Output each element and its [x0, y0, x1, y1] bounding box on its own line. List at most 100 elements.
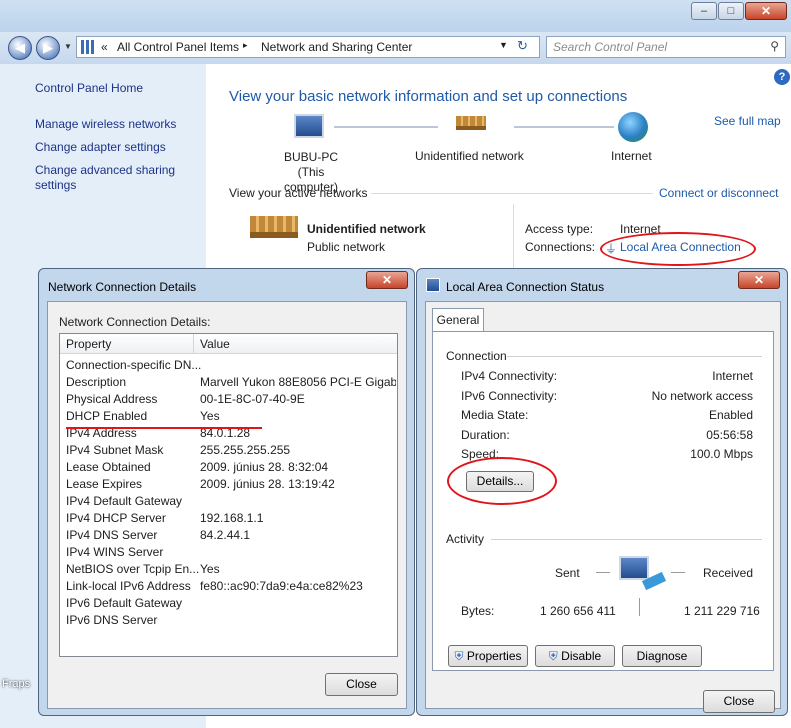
- table-row[interactable]: Physical Address 00-1E-8C-07-40-9E: [60, 392, 397, 409]
- sidebar-item-change-adapter[interactable]: Change adapter settings: [35, 140, 166, 154]
- computer-name: BUBU-PC: [283, 150, 338, 164]
- search-icon[interactable]: ⚲: [770, 39, 779, 53]
- properties-label: Properties: [466, 649, 522, 663]
- row-value: Marvell Yukon 88E8056 PCI-E Gigabit Eth: [200, 375, 396, 389]
- received-line: [671, 572, 685, 573]
- access-type-label: Access type:: [525, 222, 594, 236]
- back-arrow-icon[interactable]: ◀: [8, 36, 32, 60]
- sidebar-item-advanced-sharing[interactable]: Change advanced sharing settings: [35, 163, 185, 193]
- maximize-button[interactable]: □: [718, 2, 744, 20]
- list-header: Property Value: [60, 334, 397, 354]
- divider: [513, 204, 514, 274]
- minimize-button[interactable]: –: [691, 2, 717, 20]
- field-value: 05:56:58: [706, 427, 753, 442]
- row-property: IPv4 DHCP Server: [66, 511, 166, 525]
- sent-label: Sent: [555, 566, 580, 580]
- dialog-close-icon[interactable]: ✕: [366, 271, 408, 289]
- row-property: Lease Expires: [66, 477, 143, 491]
- row-value: Yes: [200, 562, 220, 576]
- see-full-map-link[interactable]: See full map: [714, 114, 781, 128]
- active-network-type[interactable]: Public network: [307, 240, 385, 254]
- divider: [491, 539, 762, 540]
- tab-general[interactable]: General: [432, 308, 484, 332]
- table-row[interactable]: Description Marvell Yukon 88E8056 PCI-E G…: [60, 375, 397, 392]
- computer-icon[interactable]: [294, 114, 324, 138]
- table-row[interactable]: IPv4 WINS Server: [60, 545, 397, 562]
- diagnose-button[interactable]: Diagnose: [622, 645, 702, 667]
- table-row[interactable]: Connection-specific DN...: [60, 358, 397, 375]
- field-row: IPv6 Connectivity: No network access: [461, 389, 753, 409]
- red-annotation-circle: [447, 457, 557, 505]
- search-input[interactable]: Search Control Panel ⚲: [546, 36, 786, 58]
- page-title: View your basic network information and …: [229, 88, 628, 105]
- table-row[interactable]: DHCP Enabled Yes: [60, 409, 397, 426]
- chevron-down-icon[interactable]: ▼: [499, 40, 508, 50]
- row-property: Link-local IPv6 Address: [66, 579, 191, 593]
- close-button[interactable]: Close: [703, 690, 775, 713]
- row-value: 2009. június 28. 13:19:42: [200, 477, 335, 491]
- close-window-button[interactable]: ✕: [745, 2, 787, 20]
- row-property: IPv6 Default Gateway: [66, 596, 183, 610]
- table-row[interactable]: Link-local IPv6 Address fe80::ac90:7da9:e…: [60, 579, 397, 596]
- details-list[interactable]: Property Value Connection-specific DN...…: [59, 333, 398, 657]
- properties-button[interactable]: ⛨ Properties: [448, 645, 528, 667]
- column-property[interactable]: Property: [66, 337, 111, 351]
- table-row[interactable]: IPv4 DNS Server 84.2.44.1: [60, 528, 397, 545]
- connection-section-label: Connection: [446, 349, 507, 363]
- network-icon: [426, 278, 440, 292]
- dialog-body: Network Connection Details: Property Val…: [47, 301, 407, 709]
- map-line: [514, 126, 614, 128]
- breadcrumb-overflow[interactable]: «: [101, 40, 108, 54]
- fraps-label: Fraps: [2, 678, 31, 690]
- table-row[interactable]: IPv4 Subnet Mask 255.255.255.255: [60, 443, 397, 460]
- row-value: fe80::ac90:7da9:e4a:ce82%23: [200, 579, 363, 593]
- column-divider[interactable]: [193, 334, 194, 353]
- row-value: 2009. június 28. 8:32:04: [200, 460, 329, 474]
- sidebar-item-control-panel-home[interactable]: Control Panel Home: [35, 81, 143, 95]
- bytes-divider: [639, 598, 640, 616]
- close-button[interactable]: Close: [325, 673, 398, 696]
- address-bar[interactable]: « All Control Panel Items ▸ Network and …: [76, 36, 540, 58]
- bench-icon[interactable]: [456, 116, 486, 130]
- divider: [507, 356, 762, 357]
- shield-icon: ⛨: [454, 649, 464, 663]
- row-value: 00-1E-8C-07-40-9E: [200, 392, 305, 406]
- control-panel-icon: [81, 40, 95, 54]
- forward-arrow-icon[interactable]: ▶: [36, 36, 60, 60]
- connect-disconnect-link[interactable]: Connect or disconnect: [659, 186, 778, 200]
- connection-fields: IPv4 Connectivity: Internet IPv6 Connectiv…: [461, 369, 753, 467]
- map-line: [334, 126, 438, 128]
- received-label: Received: [703, 566, 754, 580]
- table-row[interactable]: Lease Expires 2009. június 28. 13:19:42: [60, 477, 397, 494]
- table-row[interactable]: NetBIOS over Tcpip En... Yes: [60, 562, 397, 579]
- breadcrumb-network-sharing-center[interactable]: Network and Sharing Center: [261, 40, 412, 54]
- table-row[interactable]: IPv4 DHCP Server 192.168.1.1: [60, 511, 397, 528]
- row-property: NetBIOS over Tcpip En...: [66, 562, 200, 576]
- table-row[interactable]: IPv4 Default Gateway: [60, 494, 397, 511]
- column-value[interactable]: Value: [200, 337, 230, 351]
- dialog-close-icon[interactable]: ✕: [738, 271, 780, 289]
- help-icon[interactable]: ?: [774, 69, 790, 85]
- breadcrumb-separator[interactable]: ▸: [243, 40, 248, 51]
- disable-button[interactable]: ⛨ Disable: [535, 645, 615, 667]
- row-property: Lease Obtained: [66, 460, 151, 474]
- breadcrumb-all-control-panel-items[interactable]: All Control Panel Items: [117, 40, 239, 54]
- active-network-name[interactable]: Unidentified network: [307, 222, 426, 236]
- field-row: IPv4 Connectivity: Internet: [461, 369, 753, 389]
- row-value: 255.255.255.255: [200, 443, 291, 457]
- field-label: Media State:: [461, 408, 529, 422]
- table-row[interactable]: IPv6 Default Gateway: [60, 596, 397, 613]
- row-property: IPv4 WINS Server: [66, 545, 164, 559]
- bytes-sent-value: 1 260 656 411: [540, 604, 616, 618]
- sidebar-item-manage-wireless[interactable]: Manage wireless networks: [35, 117, 176, 131]
- field-row: Duration: 05:56:58: [461, 428, 753, 448]
- red-underline: [66, 427, 262, 429]
- row-property: IPv6 DNS Server: [66, 613, 158, 627]
- refresh-icon[interactable]: ↻: [517, 38, 528, 54]
- globe-icon[interactable]: [618, 112, 648, 142]
- table-row[interactable]: IPv6 DNS Server: [60, 613, 397, 630]
- row-property: DHCP Enabled: [66, 409, 148, 423]
- table-row[interactable]: Lease Obtained 2009. június 28. 8:32:04: [60, 460, 397, 477]
- field-value: No network access: [651, 388, 753, 403]
- recent-pages-icon[interactable]: ▼: [64, 42, 72, 51]
